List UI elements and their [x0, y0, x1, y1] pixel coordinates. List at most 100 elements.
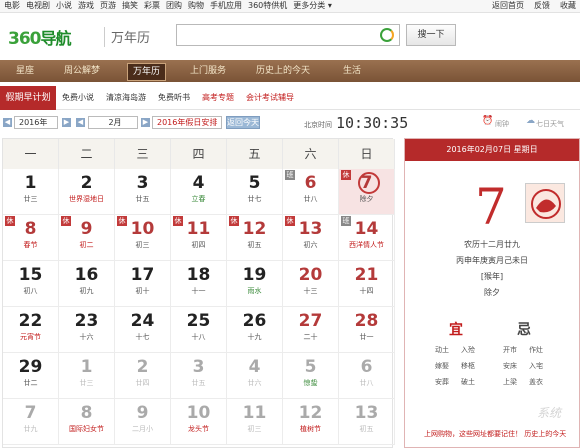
calendar-day[interactable]: 休 12 初五 [227, 215, 283, 261]
calendar-day[interactable]: 19 雨水 [227, 261, 283, 307]
prev-year-icon[interactable]: ◀ [3, 118, 12, 127]
calendar-day[interactable]: 23 十六 [59, 307, 115, 353]
nav-item[interactable]: 星座 [16, 60, 34, 82]
day-number: 27 [298, 311, 323, 331]
overlay-note[interactable]: 上网购物，这些网址都要记住！ 历史上的今天 [424, 429, 566, 439]
calendar-day[interactable]: 休 9 初二 [59, 215, 115, 261]
calendar-day[interactable]: 28 廿一 [339, 307, 395, 353]
top-link[interactable]: 手机应用 [210, 1, 242, 10]
calendar-day[interactable]: 休 7 除夕 [339, 169, 395, 215]
calendar-day[interactable]: 24 十七 [115, 307, 171, 353]
calendar-day[interactable]: 1 廿三 [3, 169, 59, 215]
top-link[interactable]: 购物 [188, 1, 204, 10]
nav-item-active[interactable]: 万年历 [127, 63, 167, 81]
calendar-day[interactable]: 16 初九 [59, 261, 115, 307]
calendar-day[interactable]: 2 世界湿地日 [59, 169, 115, 215]
top-link[interactable]: 电影 [4, 1, 20, 10]
sub-nav-item[interactable]: 会计考试辅导 [246, 86, 294, 110]
lunar-label: 国际妇女节 [69, 425, 104, 433]
top-link[interactable]: 游戏 [78, 1, 94, 10]
next-month-icon[interactable]: ▶ [141, 118, 150, 127]
lunar-label: 廿七 [247, 195, 262, 203]
alarm-label[interactable]: 闹钟 [495, 119, 509, 129]
calendar-day[interactable]: 21 十四 [339, 261, 395, 307]
sub-nav-first[interactable]: 假期早计划 [0, 86, 56, 110]
clock: 10:30:35 [336, 114, 409, 132]
calendar-day[interactable]: 3 廿五 [115, 169, 171, 215]
day-number: 6 [360, 357, 373, 377]
lunar-label: 廿三 [23, 195, 38, 203]
calendar-day[interactable]: 20 十三 [283, 261, 339, 307]
day-number: 2 [80, 173, 93, 193]
calendar-day[interactable]: 8 国际妇女节 [59, 399, 115, 445]
workday-badge: 班 [341, 216, 351, 226]
calendar-day[interactable]: 29 廿二 [3, 353, 59, 399]
calendar-day[interactable]: 3 廿五 [171, 353, 227, 399]
search-button[interactable]: 搜一下 [406, 24, 456, 46]
nav-item[interactable]: 上门服务 [190, 60, 226, 82]
top-link[interactable]: 小说 [56, 1, 72, 10]
nav-item[interactable]: 周公解梦 [64, 60, 100, 82]
calendar-day[interactable]: 休 13 初六 [283, 215, 339, 261]
calendar-day[interactable]: 4 廿六 [227, 353, 283, 399]
calendar-day[interactable]: 17 初十 [115, 261, 171, 307]
next-year-icon[interactable]: ▶ [62, 118, 71, 127]
calendar-day[interactable]: 15 初八 [3, 261, 59, 307]
sub-nav-item[interactable]: 免费听书 [158, 86, 190, 110]
top-link[interactable]: 团购 [166, 1, 182, 10]
nav-item[interactable]: 生活 [343, 60, 361, 82]
calendar-day[interactable]: 9 二月小 [115, 399, 171, 445]
calendar-day[interactable]: 22 元宵节 [3, 307, 59, 353]
calendar-day[interactable]: 12 植树节 [283, 399, 339, 445]
calendar-day[interactable]: 10 龙头节 [171, 399, 227, 445]
top-link[interactable]: 搞笑 [122, 1, 138, 10]
lunar-label: 初三 [247, 425, 262, 433]
weather-label[interactable]: 七日天气 [536, 119, 564, 129]
calendar-day[interactable]: 25 十八 [171, 307, 227, 353]
sub-nav-item[interactable]: 清凉海岛游 [106, 86, 146, 110]
calendar-day[interactable]: 6 廿八 [339, 353, 395, 399]
back-to-today-button[interactable]: 返回今天 [226, 116, 260, 129]
calendar-day[interactable]: 2 廿四 [115, 353, 171, 399]
lunar-label: 初五 [359, 425, 374, 433]
month-select[interactable]: 2月 [88, 116, 138, 129]
calendar-day[interactable]: 5 惊蛰 [283, 353, 339, 399]
day-number: 4 [192, 173, 205, 193]
calendar-day[interactable]: 休 8 春节 [3, 215, 59, 261]
top-link[interactable]: 360特供机 [248, 1, 287, 10]
ji-item: 作灶 [529, 346, 543, 354]
logo[interactable]: 360导航 [8, 25, 72, 49]
calendar-day[interactable]: 27 二十 [283, 307, 339, 353]
year-select[interactable]: 2016年 [14, 116, 58, 129]
calendar-day[interactable]: 1 廿三 [59, 353, 115, 399]
day-number: 10 [186, 403, 211, 423]
weather-icon[interactable]: ☁ [526, 116, 535, 126]
nav-item[interactable]: 历史上的今天 [256, 60, 310, 82]
top-link[interactable]: 电视剧 [26, 1, 50, 10]
calendar-day[interactable]: 班 6 廿八 [283, 169, 339, 215]
day-number: 7 [24, 403, 37, 423]
sub-nav-item[interactable]: 免费小说 [62, 86, 94, 110]
top-link[interactable]: 页游 [100, 1, 116, 10]
calendar-day[interactable]: 4 立春 [171, 169, 227, 215]
calendar-day[interactable]: 13 初五 [339, 399, 395, 445]
top-link[interactable]: 彩票 [144, 1, 160, 10]
lunar-label: 十六 [79, 333, 94, 341]
holiday-select[interactable]: 2016年假日安排 [152, 116, 222, 129]
top-right-link[interactable]: 返回首页 [492, 1, 524, 10]
calendar-day[interactable]: 休 10 初三 [115, 215, 171, 261]
calendar-day[interactable]: 26 十九 [227, 307, 283, 353]
sub-nav-item[interactable]: 高考专题 [202, 86, 234, 110]
calendar-day[interactable]: 18 十一 [171, 261, 227, 307]
calendar-day[interactable]: 休 11 初四 [171, 215, 227, 261]
calendar-day[interactable]: 11 初三 [227, 399, 283, 445]
top-link[interactable]: 更多分类 ▾ [293, 1, 332, 10]
calendar-day[interactable]: 5 廿七 [227, 169, 283, 215]
calendar-day[interactable]: 7 廿九 [3, 399, 59, 445]
top-right-link[interactable]: 收藏 [560, 1, 576, 10]
calendar-day[interactable]: 班 14 西洋情人节 [339, 215, 395, 261]
alarm-icon[interactable]: ⏰ [482, 116, 493, 126]
search-input[interactable] [176, 24, 400, 46]
prev-month-icon[interactable]: ◀ [76, 118, 85, 127]
top-right-link[interactable]: 反馈 [534, 1, 550, 10]
